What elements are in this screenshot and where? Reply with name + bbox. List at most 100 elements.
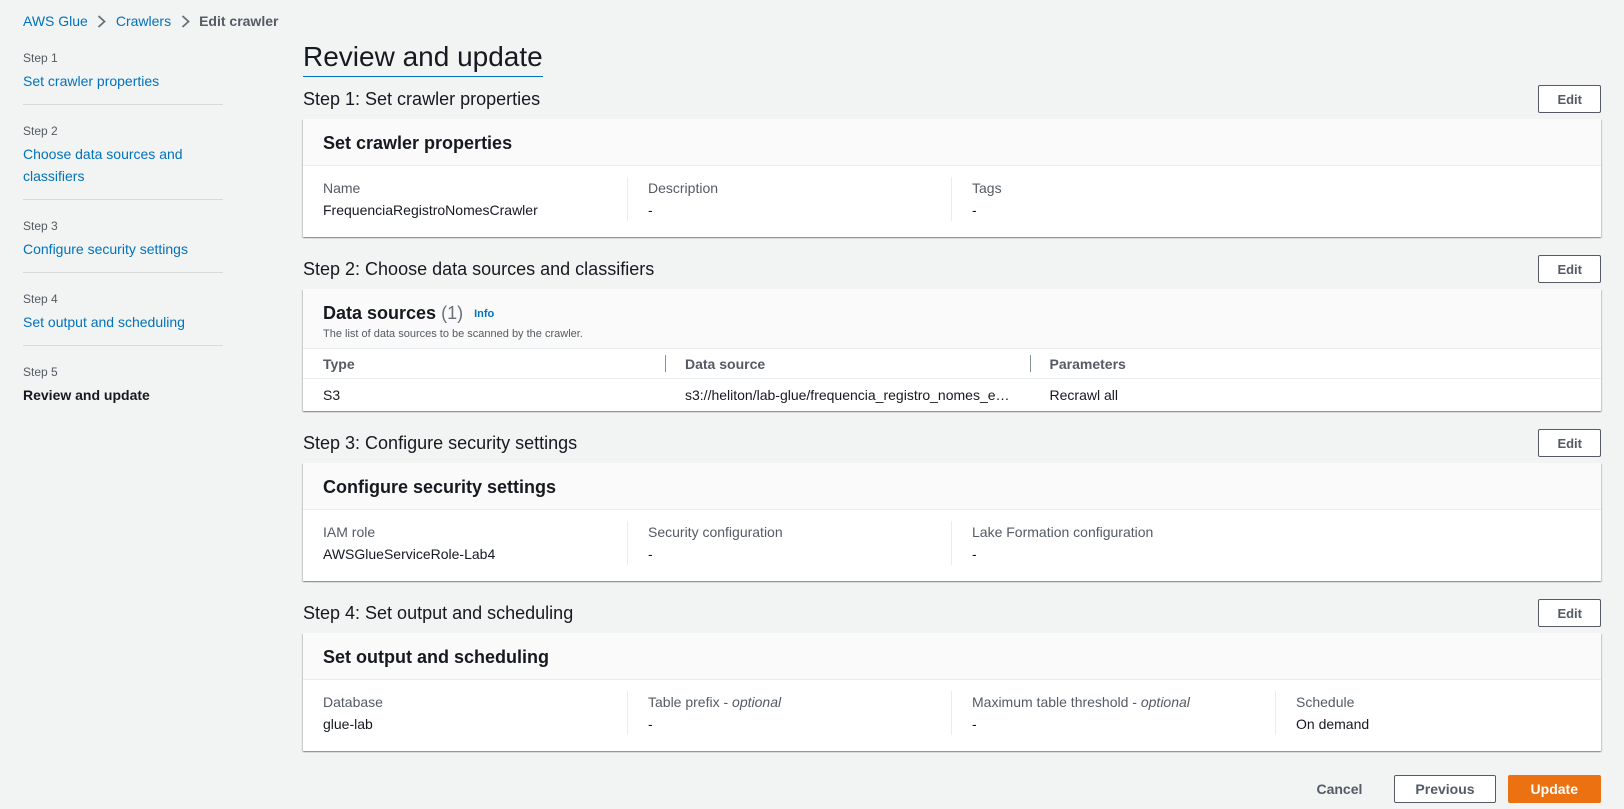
breadcrumb: AWS Glue Crawlers Edit crawler (23, 12, 278, 30)
field-value: AWSGlueServiceRole-Lab4 (323, 546, 496, 562)
chevron-right-icon (88, 14, 116, 28)
crawler-properties-card: Set crawler properties Name FrequenciaRe… (303, 119, 1601, 237)
cell-type: S3 (323, 387, 341, 403)
step-current-review: Review and update (23, 387, 150, 403)
breadcrumb-aws-glue[interactable]: AWS Glue (23, 13, 88, 29)
wizard-step-1: Step 1 Set crawler properties (23, 46, 223, 105)
field-label: Maximum table threshold - optional (972, 694, 1190, 710)
edit-step2-button[interactable]: Edit (1538, 255, 1601, 283)
wizard-step-3: Step 3 Configure security settings (23, 214, 223, 273)
field-value: - (972, 546, 977, 562)
card-title: Configure security settings (323, 477, 557, 497)
section-step4-heading: Step 4: Set output and scheduling (303, 603, 574, 623)
update-button[interactable]: Update (1507, 775, 1601, 803)
data-sources-table: Type Data source Parameters S3 s3://heli… (303, 349, 1601, 411)
wizard-step-2: Step 2 Choose data sources and classifie… (23, 119, 223, 200)
field-schedule: Schedule On demand (1275, 691, 1599, 735)
field-tags: Tags - (951, 177, 1275, 221)
field-database: Database glue-lab (303, 691, 627, 735)
optional-label: optional (1140, 694, 1190, 710)
field-label-text: Maximum table threshold (972, 694, 1129, 710)
key-value-pairs: Database glue-lab Table prefix - optiona… (303, 680, 1601, 751)
card-title: Set output and scheduling (323, 647, 549, 667)
field-label: Table prefix - optional (648, 694, 782, 710)
card-header: Set output and scheduling (303, 633, 1601, 680)
field-name: Name FrequenciaRegistroNomesCrawler (303, 177, 627, 221)
info-link[interactable]: Info (474, 308, 494, 320)
field-label: Tags (972, 180, 1002, 196)
field-label: Security configuration (648, 524, 783, 540)
section-step3-heading: Step 3: Configure security settings (303, 433, 578, 453)
edit-step1-button[interactable]: Edit (1538, 85, 1601, 113)
field-label: Lake Formation configuration (972, 524, 1154, 540)
step-number: Step 1 (23, 51, 58, 65)
field-iam-role: IAM role AWSGlueServiceRole-Lab4 (303, 521, 627, 565)
section-step2-header: Step 2: Choose data sources and classifi… (303, 255, 1601, 283)
step-number: Step 2 (23, 124, 58, 138)
field-value: On demand (1296, 716, 1370, 732)
field-lake-formation: Lake Formation configuration - (951, 521, 1275, 565)
step-link-security-settings[interactable]: Configure security settings (23, 238, 223, 260)
field-value: - (648, 202, 653, 218)
cell-parameters: Recrawl all (1049, 387, 1118, 403)
step-number: Step 3 (23, 219, 58, 233)
card-header: Data sources (1) Info The list of data s… (303, 289, 1601, 349)
step-link-crawler-properties[interactable]: Set crawler properties (23, 70, 223, 92)
field-label: Database (323, 694, 383, 710)
field-value: - (972, 202, 977, 218)
step-link-data-sources[interactable]: Choose data sources and classifiers (23, 143, 223, 187)
table-row: S3 s3://heliton/lab-glue/frequencia_regi… (303, 379, 1601, 412)
column-header-parameters[interactable]: Parameters (1029, 349, 1601, 379)
main-content: Review and update Step 1: Set crawler pr… (303, 40, 1601, 769)
output-scheduling-card: Set output and scheduling Database glue-… (303, 633, 1601, 751)
optional-label: optional (732, 694, 782, 710)
data-sources-count: (1) (441, 303, 464, 323)
page-title: Review and update (303, 40, 543, 77)
cell-data-source: s3://heliton/lab-glue/frequencia_registr… (685, 387, 1010, 403)
step-number: Step 4 (23, 292, 58, 306)
chevron-right-icon (171, 14, 199, 28)
field-label: Name (323, 180, 361, 196)
field-description: Description - (627, 177, 951, 221)
edit-step4-button[interactable]: Edit (1538, 599, 1601, 627)
wizard-steps: Step 1 Set crawler properties Step 2 Cho… (23, 46, 223, 432)
field-value: - (972, 716, 977, 732)
edit-step3-button[interactable]: Edit (1538, 429, 1601, 457)
breadcrumb-current: Edit crawler (199, 13, 279, 29)
card-description: The list of data sources to be scanned b… (323, 328, 583, 340)
step-number: Step 5 (23, 365, 58, 379)
field-max-table-threshold: Maximum table threshold - optional - (951, 691, 1275, 735)
card-header: Configure security settings (303, 463, 1601, 510)
step-link-output-scheduling[interactable]: Set output and scheduling (23, 311, 223, 333)
field-table-prefix: Table prefix - optional - (627, 691, 951, 735)
card-title-row: Data sources (1) Info (323, 301, 1581, 326)
section-step1-header: Step 1: Set crawler properties Edit (303, 85, 1601, 113)
section-step4-header: Step 4: Set output and scheduling Edit (303, 599, 1601, 627)
section-step1-heading: Step 1: Set crawler properties (303, 89, 541, 109)
column-header-type[interactable]: Type (303, 349, 665, 379)
section-step2-heading: Step 2: Choose data sources and classifi… (303, 259, 655, 279)
section-step3-header: Step 3: Configure security settings Edit (303, 429, 1601, 457)
table-header-row: Type Data source Parameters (303, 349, 1601, 379)
field-value: - (648, 546, 653, 562)
field-value: - (648, 716, 653, 732)
wizard-step-5: Step 5 Review and update (23, 360, 223, 418)
field-label: Schedule (1296, 694, 1355, 710)
cancel-button[interactable]: Cancel (1296, 775, 1382, 803)
wizard-actions: Cancel Previous Update (1296, 775, 1601, 803)
field-security-configuration: Security configuration - (627, 521, 951, 565)
column-header-data-source[interactable]: Data source (665, 349, 1030, 379)
previous-button[interactable]: Previous (1394, 775, 1496, 803)
field-value: FrequenciaRegistroNomesCrawler (323, 202, 538, 218)
security-settings-card: Configure security settings IAM role AWS… (303, 463, 1601, 581)
breadcrumb-crawlers[interactable]: Crawlers (116, 13, 171, 29)
data-sources-card: Data sources (1) Info The list of data s… (303, 289, 1601, 411)
field-label-text: Table prefix (648, 694, 720, 710)
card-title: Data sources (323, 303, 437, 323)
card-header: Set crawler properties (303, 119, 1601, 166)
card-title: Set crawler properties (323, 133, 513, 153)
wizard-step-4: Step 4 Set output and scheduling (23, 287, 223, 346)
key-value-pairs: IAM role AWSGlueServiceRole-Lab4 Securit… (303, 510, 1601, 581)
field-label: Description (648, 180, 719, 196)
field-label: IAM role (323, 524, 376, 540)
